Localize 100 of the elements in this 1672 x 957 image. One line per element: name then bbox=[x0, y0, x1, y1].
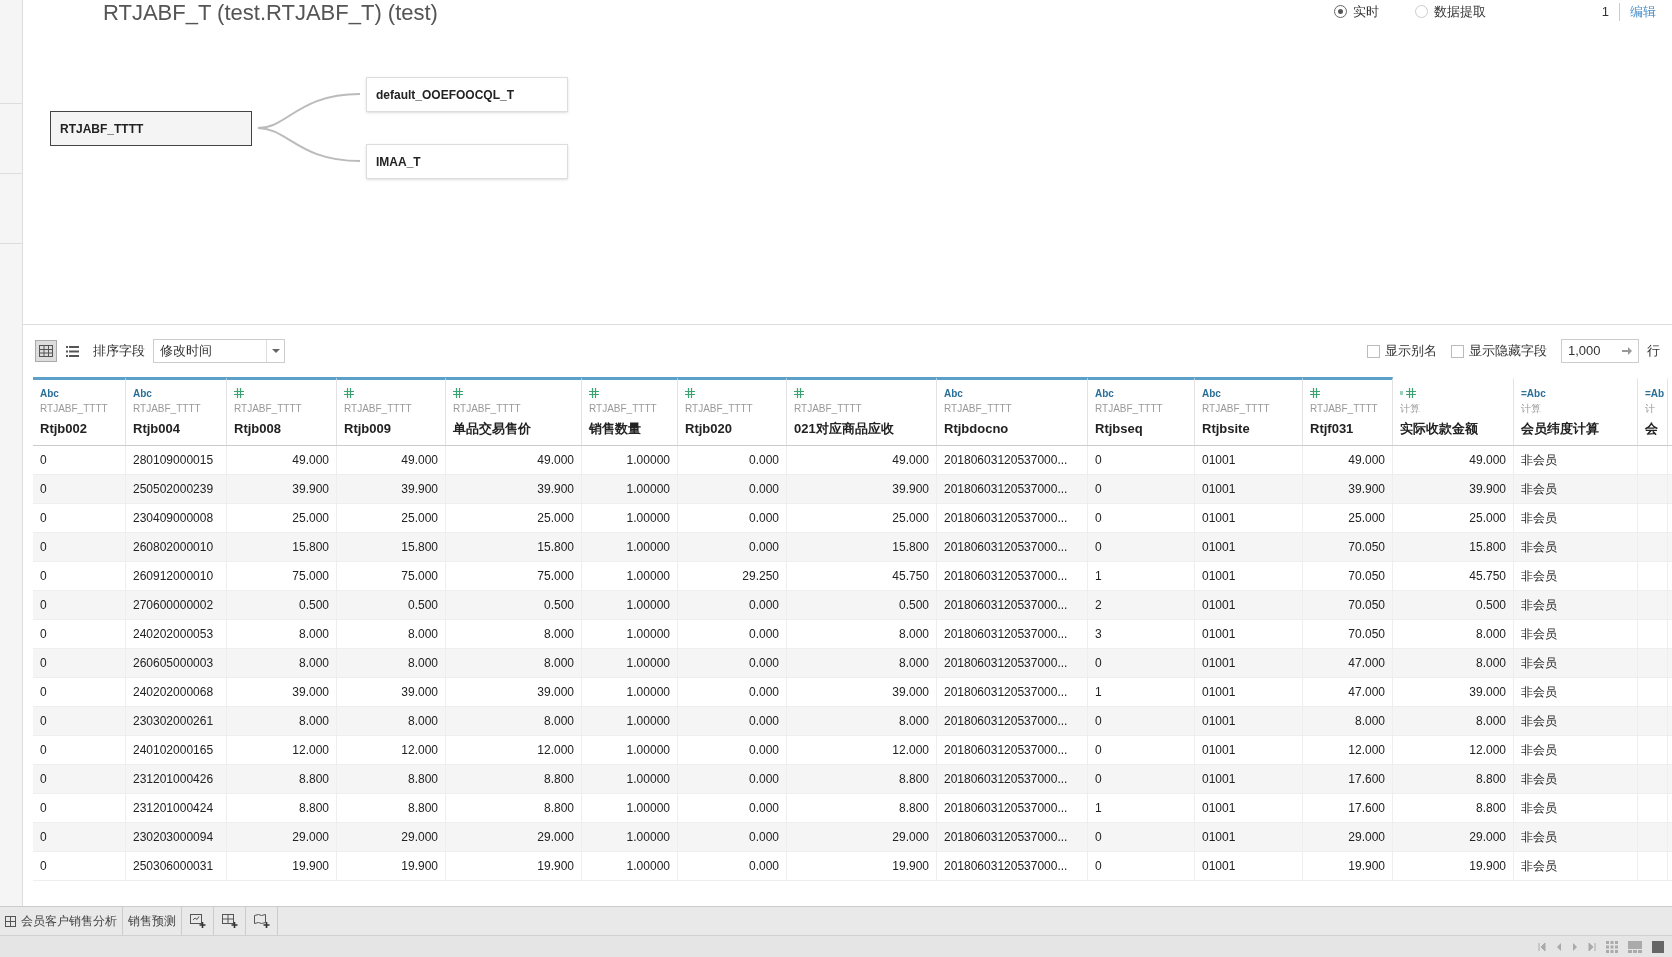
table-cell: 49.000 bbox=[337, 446, 446, 474]
table-cell: 20180603120537000... bbox=[937, 794, 1088, 822]
table-cell: 70.050 bbox=[1303, 562, 1393, 590]
table-cell: 0.000 bbox=[678, 620, 787, 648]
data-type-label: =Abc bbox=[1521, 386, 1546, 401]
table-cell: 12.000 bbox=[227, 736, 337, 764]
table-cell: 0.000 bbox=[678, 678, 787, 706]
row-unit-label: 行 bbox=[1647, 342, 1660, 361]
caret-icon bbox=[271, 349, 280, 353]
table-cell: 70.050 bbox=[1303, 620, 1393, 648]
table-cell: 0.000 bbox=[678, 736, 787, 764]
grid-view-button[interactable] bbox=[35, 340, 57, 362]
number-type-icon bbox=[685, 388, 695, 398]
table-cell: 01001 bbox=[1195, 852, 1303, 880]
table-cell: 非会员 bbox=[1514, 678, 1638, 706]
table-cell: 0.000 bbox=[678, 446, 787, 474]
table-cell: 25.000 bbox=[1303, 504, 1393, 532]
table-cell: 0 bbox=[33, 620, 126, 648]
table-cell: 0 bbox=[33, 446, 126, 474]
table-cell: 0 bbox=[33, 475, 126, 503]
table-cell: 0.500 bbox=[337, 591, 446, 619]
table-cell: 1.00000 bbox=[582, 852, 678, 880]
table-node[interactable]: IMAA_T bbox=[366, 144, 568, 179]
table-cell: 0 bbox=[33, 852, 126, 880]
table-cell: 8.000 bbox=[227, 649, 337, 677]
table-cell: 01001 bbox=[1195, 678, 1303, 706]
table-cell: 1.00000 bbox=[582, 794, 678, 822]
table-cell: 1 bbox=[1088, 678, 1195, 706]
table-cell: 230302000261 bbox=[126, 707, 227, 735]
table-cell: 非会员 bbox=[1514, 736, 1638, 764]
table-cell: 260802000010 bbox=[126, 533, 227, 561]
table-node[interactable]: default_OOEFOOCQL_T bbox=[366, 77, 568, 112]
table-cell: 01001 bbox=[1195, 620, 1303, 648]
table-cell: 0.000 bbox=[678, 794, 787, 822]
table-cell: 250502000239 bbox=[126, 475, 227, 503]
table-cell: 8.000 bbox=[1393, 649, 1514, 677]
option-checkbox[interactable]: 显示隐藏字段 bbox=[1451, 341, 1547, 361]
table-cell: 0 bbox=[33, 765, 126, 793]
table-cell: 39.000 bbox=[1393, 678, 1514, 706]
table-cell: 非会员 bbox=[1514, 475, 1638, 503]
edit-link[interactable]: 编辑 bbox=[1630, 2, 1656, 22]
row-limit-field[interactable]: 1,000 bbox=[1561, 339, 1639, 363]
connection-radio[interactable]: 数据提取 bbox=[1414, 2, 1486, 22]
table-cell: 20180603120537000... bbox=[937, 649, 1088, 677]
table-cell: 19.900 bbox=[1393, 852, 1514, 880]
table-cell: 1.00000 bbox=[582, 591, 678, 619]
table-cell: 8.000 bbox=[227, 707, 337, 735]
table-cell: 17.600 bbox=[1303, 794, 1393, 822]
table-cell: 25.000 bbox=[337, 504, 446, 532]
table-cell: 19.900 bbox=[227, 852, 337, 880]
table-cell: 70.050 bbox=[1303, 533, 1393, 561]
table-cell: 1.00000 bbox=[582, 446, 678, 474]
table-cell: 0 bbox=[33, 649, 126, 677]
table-cell: 0 bbox=[33, 794, 126, 822]
table-node[interactable]: RTJABF_TTTT bbox=[50, 111, 252, 146]
table-cell: 01001 bbox=[1195, 736, 1303, 764]
table-cell: 25.000 bbox=[227, 504, 337, 532]
table-cell: 8.000 bbox=[446, 620, 582, 648]
table-cell: 非会员 bbox=[1514, 794, 1638, 822]
table-cell: 231201000424 bbox=[126, 794, 227, 822]
option-checkbox[interactable]: 显示别名 bbox=[1367, 341, 1437, 361]
table-cell: 20180603120537000... bbox=[937, 765, 1088, 793]
column-header[interactable]: 计算 实际收款金额 bbox=[1393, 377, 1514, 445]
table-cell: 非会员 bbox=[1514, 823, 1638, 851]
data-type-label: Abc bbox=[40, 386, 59, 401]
table-cell: 非会员 bbox=[1514, 504, 1638, 532]
table-cell: 2 bbox=[1088, 591, 1195, 619]
table-cell: 1 bbox=[1088, 794, 1195, 822]
table-cell: 29.000 bbox=[227, 823, 337, 851]
table-cell: 20180603120537000... bbox=[937, 504, 1088, 532]
data-type-label: =Ab bbox=[1645, 386, 1665, 401]
table-cell: 0 bbox=[33, 707, 126, 735]
column-header[interactable]: =Abc 计算 会员纬度计算 bbox=[1514, 377, 1638, 445]
table-cell: 12.000 bbox=[446, 736, 582, 764]
table-cell: 47.000 bbox=[1303, 678, 1393, 706]
connection-radio[interactable]: 实时 bbox=[1333, 2, 1379, 22]
table-cell: 75.000 bbox=[446, 562, 582, 590]
table-cell: 39.900 bbox=[787, 475, 937, 503]
number-type-icon bbox=[589, 388, 599, 398]
single-view-icon[interactable] bbox=[1652, 940, 1664, 953]
dashboard-icon bbox=[5, 915, 16, 927]
table-cell: 0 bbox=[33, 533, 126, 561]
table-cell: 非会员 bbox=[1514, 765, 1638, 793]
table-cell: 8.800 bbox=[446, 765, 582, 793]
table-cell: 0 bbox=[1088, 823, 1195, 851]
table-cell: 0.000 bbox=[678, 823, 787, 851]
table-cell: 39.900 bbox=[1393, 475, 1514, 503]
sort-dropdown[interactable]: 修改时间 bbox=[153, 339, 285, 363]
table-cell: 230203000094 bbox=[126, 823, 227, 851]
data-type-label: Abc bbox=[1095, 386, 1114, 401]
table-cell: 19.900 bbox=[337, 852, 446, 880]
table-cell: 非会员 bbox=[1514, 562, 1638, 590]
column-header[interactable]: =Ab 计 会 bbox=[1638, 377, 1668, 445]
table-cell: 29.250 bbox=[678, 562, 787, 590]
table-cell: 8.000 bbox=[227, 620, 337, 648]
table-cell: 0 bbox=[1088, 475, 1195, 503]
table-cell: 39.000 bbox=[337, 678, 446, 706]
table-cell: 8.800 bbox=[1393, 794, 1514, 822]
table-cell: 0 bbox=[33, 823, 126, 851]
table-cell: 39.000 bbox=[787, 678, 937, 706]
